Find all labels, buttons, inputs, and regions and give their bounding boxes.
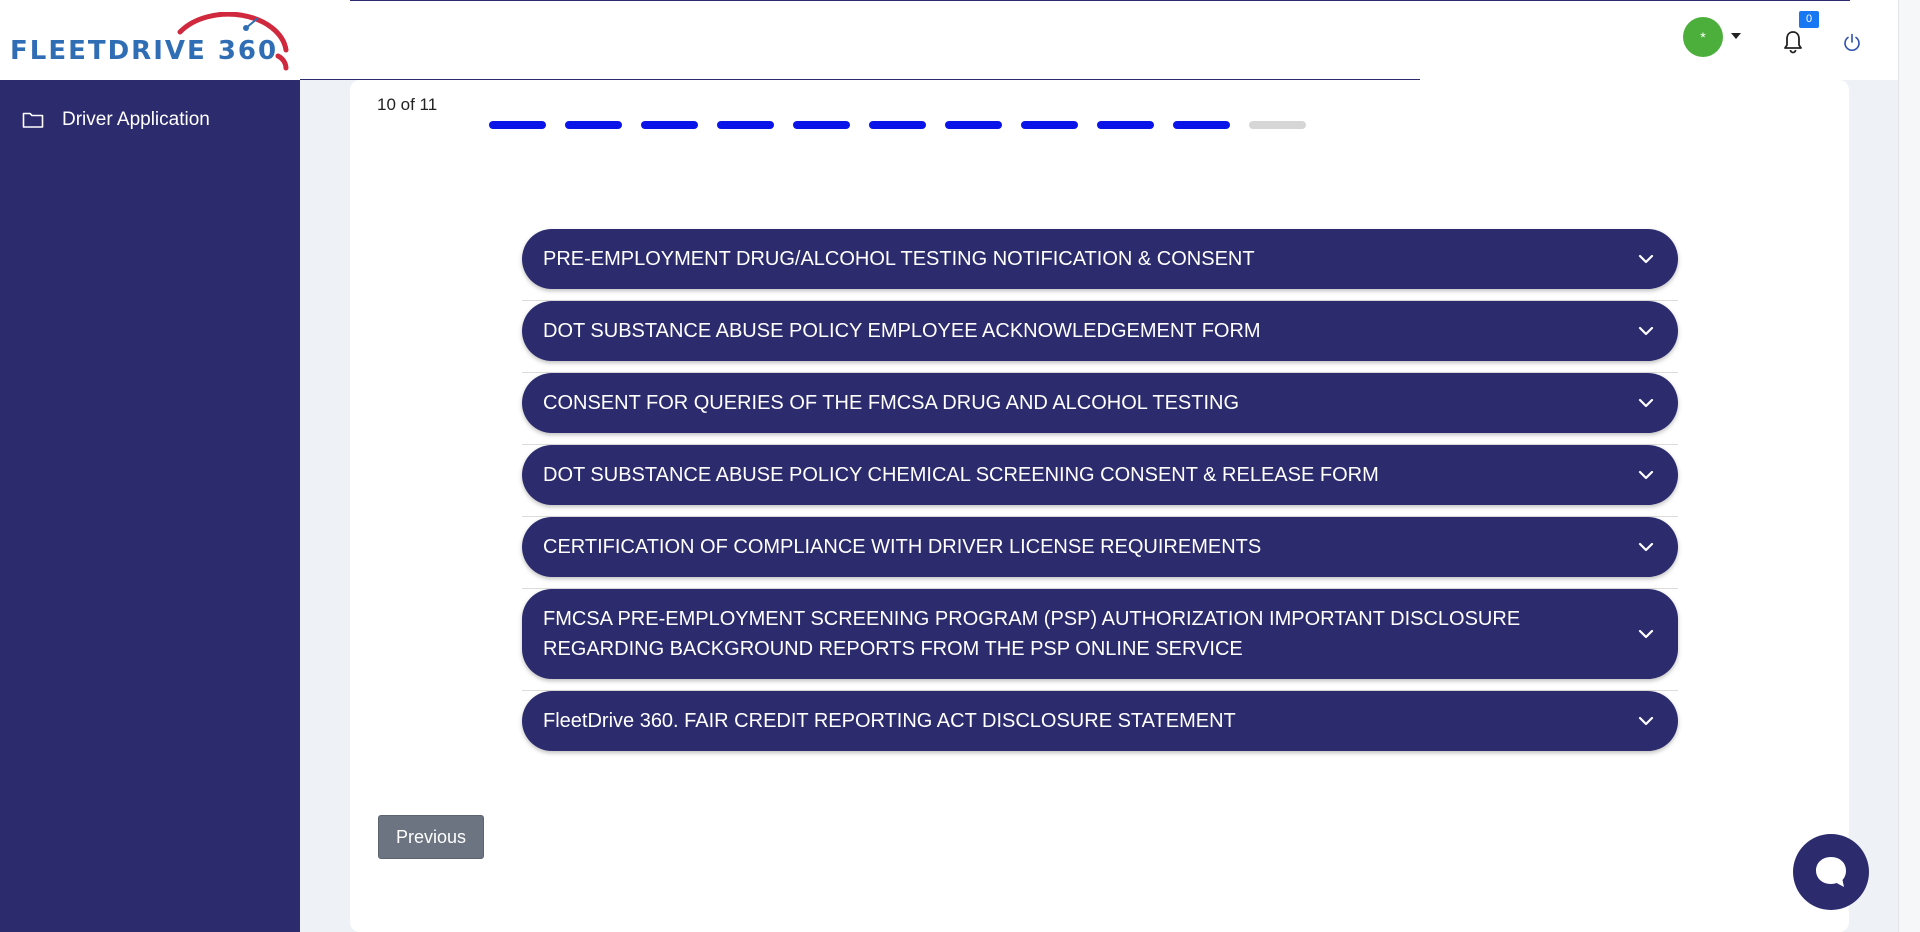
accordion-header-fcra-disclosure[interactable]: FleetDrive 360. FAIR CREDIT REPORTING AC… (522, 691, 1678, 751)
progress-segment-complete (1173, 121, 1230, 129)
accordion-header-employee-acknowledgement[interactable]: DOT SUBSTANCE ABUSE POLICY EMPLOYEE ACKN… (522, 301, 1678, 361)
progress-segment-complete (869, 121, 926, 129)
logo-text-fleetdrive: FLEETDRIVE (10, 36, 207, 66)
document-accordion-list: PRE-EMPLOYMENT DRUG/ALCOHOL TESTING NOTI… (522, 229, 1678, 762)
sidebar-item-driver-application[interactable]: Driver Application (22, 108, 210, 132)
sidebar: Driver Application (0, 80, 300, 932)
accordion-item: FleetDrive 360. FAIR CREDIT REPORTING AC… (522, 691, 1678, 762)
accordion-header-license-compliance[interactable]: CERTIFICATION OF COMPLIANCE WITH DRIVER … (522, 517, 1678, 577)
power-icon[interactable] (1842, 33, 1862, 53)
progress-segment-complete (945, 121, 1002, 129)
chevron-down-icon (1638, 629, 1654, 639)
header-top-rule (350, 0, 1850, 1)
previous-button[interactable]: Previous (378, 815, 484, 859)
chat-launcher-button[interactable] (1793, 834, 1869, 910)
accordion-item: DOT SUBSTANCE ABUSE POLICY CHEMICAL SCRE… (522, 445, 1678, 517)
accordion-title: FMCSA PRE-EMPLOYMENT SCREENING PROGRAM (… (543, 608, 1521, 660)
chevron-down-icon (1638, 542, 1654, 552)
folder-icon (22, 112, 44, 128)
avatar[interactable]: * (1683, 17, 1723, 57)
progress-segment-complete (1021, 121, 1078, 129)
chevron-down-icon (1638, 254, 1654, 264)
chevron-down-icon (1638, 716, 1654, 726)
progress-segment-pending (1249, 121, 1306, 129)
application-step-card: 10 of 11 PRE-EMPLOYMENT DRUG/ALCOHOL TES… (350, 80, 1849, 932)
accordion-header-psp-authorization[interactable]: FMCSA PRE-EMPLOYMENT SCREENING PROGRAM (… (522, 589, 1678, 679)
accordion-header-drug-alcohol-testing[interactable]: PRE-EMPLOYMENT DRUG/ALCOHOL TESTING NOTI… (522, 229, 1678, 289)
progress-segment-complete (717, 121, 774, 129)
logo-wordmark: FLEETDRIVE 360 (10, 36, 278, 66)
sidebar-item-label: Driver Application (62, 109, 210, 130)
accordion-title: PRE-EMPLOYMENT DRUG/ALCOHOL TESTING NOTI… (543, 247, 1255, 270)
top-header: FLEETDRIVE 360 * 0 (0, 0, 1920, 80)
chevron-down-icon (1638, 470, 1654, 480)
accordion-title: CONSENT FOR QUERIES OF THE FMCSA DRUG AN… (543, 391, 1240, 414)
progress-segment-complete (1097, 121, 1154, 129)
accordion-item: PRE-EMPLOYMENT DRUG/ALCOHOL TESTING NOTI… (522, 229, 1678, 301)
page-scrollbar[interactable] (1898, 0, 1920, 932)
accordion-item: FMCSA PRE-EMPLOYMENT SCREENING PROGRAM (… (522, 589, 1678, 691)
progress-segment-complete (489, 121, 546, 129)
accordion-title: FleetDrive 360. FAIR CREDIT REPORTING AC… (543, 709, 1236, 732)
step-counter: 10 of 11 (377, 95, 438, 114)
fleetdrive-logo[interactable]: FLEETDRIVE 360 (10, 12, 295, 72)
accordion-item: CERTIFICATION OF COMPLIANCE WITH DRIVER … (522, 517, 1678, 589)
chevron-down-icon (1638, 398, 1654, 408)
accordion-item: DOT SUBSTANCE ABUSE POLICY EMPLOYEE ACKN… (522, 301, 1678, 373)
logo-text-360: 360 (217, 36, 279, 66)
step-progress-bar (489, 121, 1306, 129)
accordion-header-fmcsa-queries-consent[interactable]: CONSENT FOR QUERIES OF THE FMCSA DRUG AN… (522, 373, 1678, 433)
accordion-title: CERTIFICATION OF COMPLIANCE WITH DRIVER … (543, 535, 1262, 558)
notification-count-badge: 0 (1799, 11, 1819, 28)
progress-segment-complete (565, 121, 622, 129)
chevron-down-icon (1638, 326, 1654, 336)
accordion-header-chemical-screening-consent[interactable]: DOT SUBSTANCE ABUSE POLICY CHEMICAL SCRE… (522, 445, 1678, 505)
progress-segment-complete (641, 121, 698, 129)
chevron-down-icon[interactable] (1731, 33, 1741, 39)
accordion-title: DOT SUBSTANCE ABUSE POLICY CHEMICAL SCRE… (543, 463, 1379, 486)
progress-segment-complete (793, 121, 850, 129)
chat-bubble-icon (1816, 857, 1846, 887)
accordion-title: DOT SUBSTANCE ABUSE POLICY EMPLOYEE ACKN… (543, 319, 1261, 342)
accordion-item: CONSENT FOR QUERIES OF THE FMCSA DRUG AN… (522, 373, 1678, 445)
bell-icon[interactable] (1782, 30, 1804, 54)
